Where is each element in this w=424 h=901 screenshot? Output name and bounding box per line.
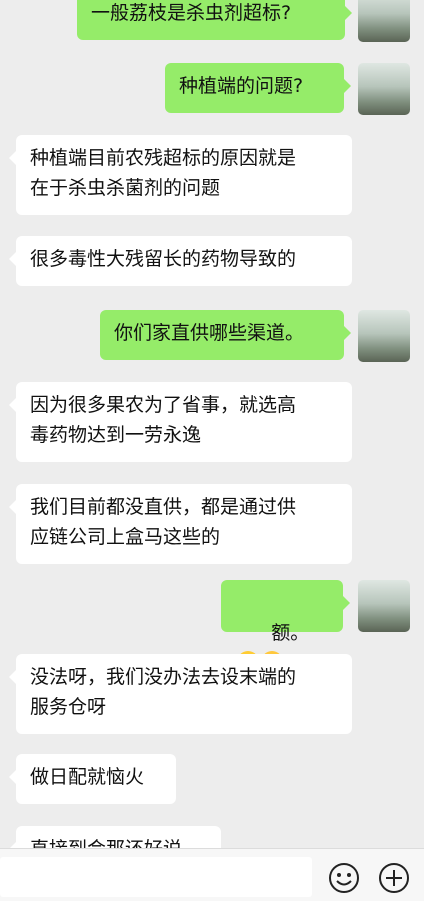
message-bubble[interactable]: 直接到会那还好说	[9, 826, 221, 848]
plus-circle-icon[interactable]	[378, 862, 410, 894]
message-bubble[interactable]: 很多毒性大残留长的药物导致的	[9, 236, 352, 286]
message-text: 额。	[271, 622, 310, 644]
message-bubble[interactable]: 没法呀，我们没办法去设末端的 服务仓呀	[9, 654, 352, 734]
chat-input-bar	[0, 848, 424, 901]
message-bubble[interactable]: 做日配就恼火	[9, 754, 176, 804]
message-bubble[interactable]: 种植端目前农残超标的原因就是 在于杀虫杀菌剂的问题	[9, 135, 352, 215]
avatar[interactable]	[358, 63, 410, 115]
message-input[interactable]	[0, 857, 312, 897]
avatar[interactable]	[358, 0, 410, 42]
message-bubble[interactable]: 一般荔枝是杀虫剂超标?	[77, 0, 352, 40]
chat-message-list[interactable]: 一般荔枝是杀虫剂超标? 种植端的问题? 种植端目前农残超标的原因就是 在于杀虫杀…	[0, 0, 424, 848]
avatar[interactable]	[358, 310, 410, 362]
avatar[interactable]	[358, 580, 410, 632]
message-bubble[interactable]: 你们家直供哪些渠道。	[100, 310, 351, 360]
message-bubble[interactable]: 我们目前都没直供，都是通过供 应链公司上盒马这些的	[9, 484, 352, 564]
message-bubble[interactable]: 额。	[221, 580, 350, 673]
message-bubble[interactable]: 因为很多果农为了省事，就选高 毒药物达到一劳永逸	[9, 382, 352, 462]
message-bubble[interactable]: 种植端的问题?	[165, 63, 351, 113]
smiley-face-icon[interactable]	[328, 862, 360, 894]
